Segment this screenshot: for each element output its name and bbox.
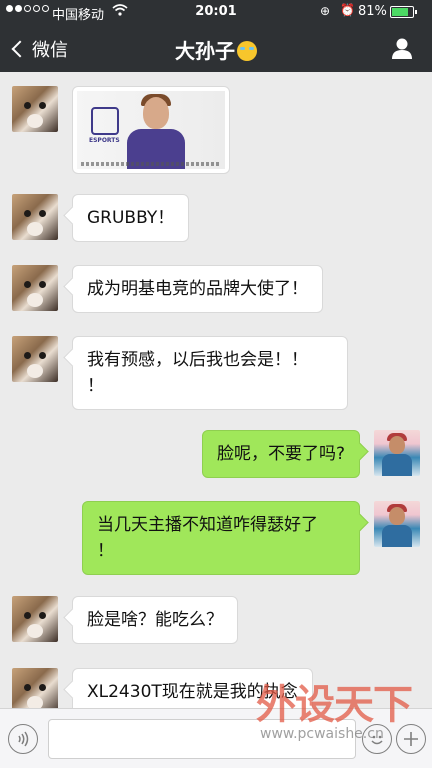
status-bar: 中国移动 20:01 ⊕ ⏰ 81% [0,0,432,24]
plus-icon [404,732,418,746]
chat-title-text: 大孙子 [175,39,235,63]
battery-percentage: 81% [358,4,387,19]
message-bubble[interactable]: 脸是啥？能吃么？ [72,596,238,644]
message-bubble[interactable]: XL2430T现在就是我的执念 [72,668,313,708]
profile-icon[interactable] [390,36,414,60]
message-bubble[interactable]: 脸呢，不要了吗? [201,430,360,478]
battery-icon [390,6,417,18]
input-bar [0,708,432,768]
rotation-lock-icon: ⊕ [320,4,331,18]
message-bubble[interactable]: 我有预感，以后我也会是！！ ！ [72,336,348,410]
alarm-icon: ⏰ [340,3,355,17]
chat-title: 大孙子 [0,35,432,64]
chat-messages[interactable]: ESPORTS GRUBBY！ 成为明基电竞的品牌大使了！ 我有预感，以后我也会… [0,72,432,708]
avatar[interactable] [12,668,58,708]
avatar[interactable] [12,194,58,240]
navigation-bar: 微信 大孙子 [0,24,432,72]
image-message[interactable]: ESPORTS [72,86,230,174]
emoji-icon [371,735,383,745]
esports-logo-icon [91,107,119,135]
avatar[interactable] [12,336,58,382]
message-bubble[interactable]: GRUBBY！ [72,194,190,242]
tears-of-joy-emoji-icon [237,41,257,61]
avatar[interactable] [374,501,420,547]
video-thumbnail: ESPORTS [77,91,225,169]
message-bubble[interactable]: 当几天主播不知道咋得瑟好了 ！ [82,501,360,575]
voice-icon [18,731,29,747]
avatar[interactable] [12,596,58,642]
esports-logo-text: ESPORTS [89,137,120,144]
avatar[interactable] [374,430,420,476]
avatar[interactable] [12,265,58,311]
message-input[interactable] [48,719,356,759]
avatar[interactable] [12,86,58,132]
message-bubble[interactable]: 成为明基电竞的品牌大使了！ [72,265,323,313]
voice-button[interactable] [8,724,38,754]
plus-button[interactable] [396,724,426,754]
emoji-button[interactable] [362,724,392,754]
